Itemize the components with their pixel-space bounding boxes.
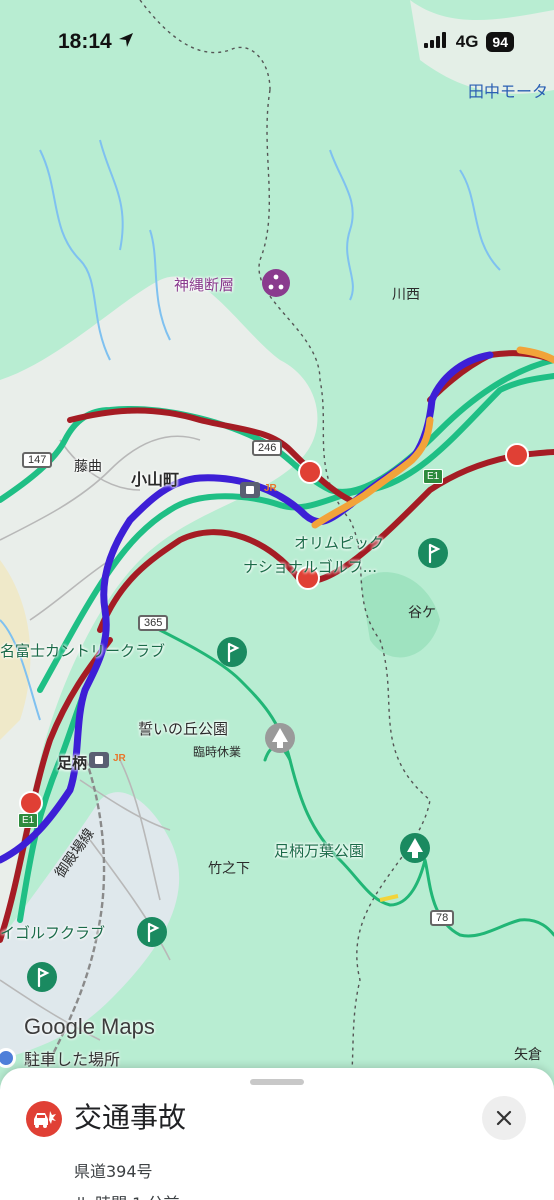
incident-detail-partial: ル 時間 1 分前 — [74, 1190, 179, 1200]
car-crash-icon — [26, 1101, 62, 1137]
map-label-ashigara[interactable]: 足柄 — [57, 752, 87, 773]
google-maps-logo: Google Maps — [24, 1014, 155, 1039]
map-label-fault[interactable]: 神縄断層 — [174, 274, 234, 295]
jr-station-badge-oyama[interactable]: JR — [264, 483, 277, 494]
parked-location-label: 駐車した場所 — [24, 1050, 121, 1069]
route-147-badge: 147 — [22, 452, 53, 468]
incident-road-name: 県道394号 — [74, 1162, 153, 1181]
clock-text: 18:14 — [58, 30, 112, 53]
map-label-tanaka[interactable]: 田中モータ — [468, 78, 548, 102]
map-label-olympic-line2[interactable]: ナショナルゴルフ... — [243, 556, 377, 577]
sheet-drag-handle[interactable] — [250, 1079, 304, 1085]
location-arrow-icon — [118, 30, 134, 54]
battery-level: 94 — [486, 32, 514, 52]
close-icon — [496, 1110, 512, 1126]
status-right: 4G 94 — [423, 32, 514, 52]
map-label-yagatake: 谷ケ — [408, 605, 436, 621]
status-bar: 18:14 4G 94 — [0, 0, 554, 84]
incident-bottom-sheet[interactable]: 交通事故 県道394号 ル 時間 1 分前 — [0, 1068, 554, 1200]
route-246-badge: 246 — [252, 440, 283, 456]
map-label-temporarily-closed: 臨時休業 — [193, 745, 242, 759]
map-label-kawanishi: 川西 — [392, 287, 420, 303]
map-label-manyo-park[interactable]: 足柄万葉公園 — [274, 840, 364, 861]
incident-title: 交通事故 — [74, 1101, 187, 1134]
close-button[interactable] — [482, 1096, 526, 1140]
parked-location[interactable]: 駐車した場所 — [0, 1046, 120, 1070]
map-label-oyama-town[interactable]: 小山町 — [131, 466, 179, 490]
jr-station-badge-ashigara[interactable]: JR — [113, 753, 126, 764]
route-365-badge: 365 — [138, 615, 169, 631]
network-type: 4G — [455, 32, 479, 51]
map-label-country-club[interactable]: 名富士カントリークラブ — [0, 640, 165, 661]
map-label-yagura: 矢倉 — [514, 1047, 542, 1063]
map-label-golf-club[interactable]: イゴルフクラブ — [0, 922, 105, 943]
expressway-e1-badge-north: E1 — [423, 469, 444, 484]
map-label-fujimagari: 藤曲 — [74, 459, 102, 475]
map-label-takenoshita: 竹之下 — [208, 861, 250, 877]
signal-icon — [423, 32, 448, 52]
expressway-e1-badge-south: E1 — [18, 813, 39, 828]
route-78-badge: 78 — [430, 910, 455, 926]
map-label-olympic-line1[interactable]: オリムピック — [294, 532, 384, 553]
map-label-chikai-park[interactable]: 誓いの丘公園 — [138, 718, 228, 739]
parked-location-dot — [0, 1048, 16, 1068]
clock: 18:14 — [58, 30, 134, 54]
